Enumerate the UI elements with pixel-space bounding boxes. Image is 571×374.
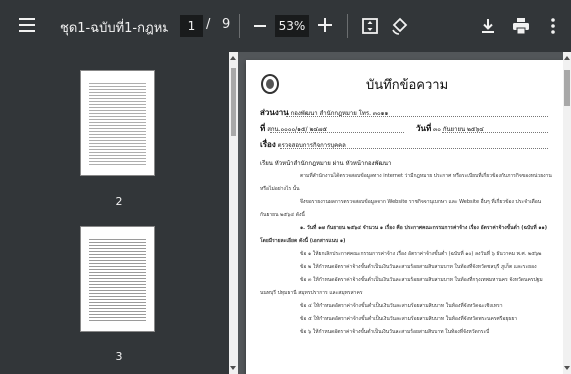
department-label: ส่วนงาน	[260, 108, 289, 117]
pdf-page: บันทึกข้อความ ส่วนงาน กองพัฒนา สำนักกฎหม…	[246, 60, 564, 374]
date-row: วันที่ ๓๐ กันยายน ๒๕๖๔	[416, 122, 484, 135]
rotate-icon[interactable]	[390, 16, 410, 36]
pdf-toolbar: ชุด1-ฉบับที่1-กฎหมา... 1 / 9 53%	[0, 0, 571, 52]
subject-row: เรื่อง ตรวจสอบการกิจการบุคคล	[260, 138, 346, 151]
zoom-in-icon[interactable]	[318, 18, 332, 32]
document-viewer[interactable]: บันทึกข้อความ ส่วนงาน กองพัฒนา สำนักกฎหม…	[238, 52, 571, 374]
total-pages: 9	[222, 17, 231, 32]
toolbar-divider	[239, 14, 240, 38]
memo-heading: บันทึกข้อความ	[366, 78, 449, 93]
paragraph: ข้อ ๓ ให้กำหนดอัตราค่าจ้างขั้นต่ำเป็นเงิ…	[260, 277, 543, 296]
paragraph: ข้อ ๒ ให้กำหนดอัตราค่าจ้างขั้นต่ำเป็นเงิ…	[300, 264, 537, 270]
dotted-line	[442, 132, 548, 133]
paragraph: ข้อ ๑ ให้ยกเลิกประกาศคณะกรรมการค่าจ้าง เ…	[300, 251, 542, 257]
reference-label: ที่	[260, 124, 266, 133]
page-separator: /	[206, 17, 211, 32]
toolbar-divider	[347, 14, 348, 38]
more-vert-icon[interactable]	[543, 16, 563, 36]
dotted-line	[270, 132, 404, 133]
page-thumbnail[interactable]	[80, 226, 155, 332]
salutation: เรียน หัวหน้าสำนักกฎหมาย ผ่าน หัวหน้ากอง…	[260, 160, 392, 167]
dotted-line	[286, 116, 548, 117]
page-number-input[interactable]: 1	[180, 15, 203, 37]
paragraph: ข้อ ๖ ให้กำหนดอัตราค่าจ้างขั้นต่ำเป็นเงิ…	[300, 329, 490, 335]
sidebar-scrollbar-thumb[interactable]	[231, 68, 236, 136]
paragraph: ตามที่สำนักงานได้ตรวจสอบข้อมูลทาง intern…	[260, 173, 552, 192]
thumbnail-sidebar: 2 3	[0, 52, 238, 374]
dotted-line	[280, 148, 548, 149]
page-thumbnail[interactable]	[80, 70, 155, 176]
download-icon[interactable]	[478, 16, 498, 36]
paragraph: ข้อ ๕ ให้กำหนดอัตราค่าจ้างขั้นต่ำเป็นเงิ…	[300, 316, 518, 322]
department-row: ส่วนงาน กองพัฒนา สำนักกฎหมาย โทร. ๓๐๑๑	[260, 106, 388, 119]
zoom-level-input[interactable]: 53%	[275, 15, 309, 37]
paragraph: จึงขอรายงานผลการตรวจสอบข้อมูลจาก Website…	[260, 199, 542, 218]
reference-row: ที่ สกน.๐๐๐๐/๑๕/ ๒๔๗๕	[260, 122, 327, 135]
garuda-emblem	[261, 74, 279, 94]
document-title: ชุด1-ฉบับที่1-กฎหมา...	[60, 21, 168, 36]
scroll-down-arrow-icon[interactable]	[564, 366, 570, 370]
menu-icon[interactable]	[19, 18, 35, 32]
scroll-down-arrow-icon[interactable]	[230, 366, 236, 370]
paragraph: ข้อ ๔ ให้กำหนดอัตราค่าจ้างขั้นต่ำเป็นเงิ…	[300, 303, 503, 309]
memo-body: ตามที่สำนักงานได้ตรวจสอบข้อมูลทาง intern…	[260, 170, 556, 339]
thumbnail-content	[89, 237, 146, 321]
print-icon[interactable]	[511, 16, 531, 36]
paragraph: ๑. วันที่ ๑๗ กันยายน ๒๕๖๔ จำนวน ๑ เรื่อง…	[260, 225, 548, 244]
scroll-up-arrow-icon[interactable]	[564, 56, 570, 60]
thumbnail-label: 3	[115, 350, 123, 363]
main-scrollbar-thumb[interactable]	[564, 70, 570, 106]
scroll-up-arrow-icon[interactable]	[230, 56, 236, 60]
thumbnail-content	[89, 81, 146, 165]
date-label: วันที่	[416, 124, 432, 133]
fit-page-icon[interactable]	[360, 16, 380, 36]
zoom-out-icon[interactable]	[254, 25, 266, 27]
thumbnail-label: 2	[115, 195, 123, 208]
subject-label: เรื่อง	[260, 140, 276, 149]
